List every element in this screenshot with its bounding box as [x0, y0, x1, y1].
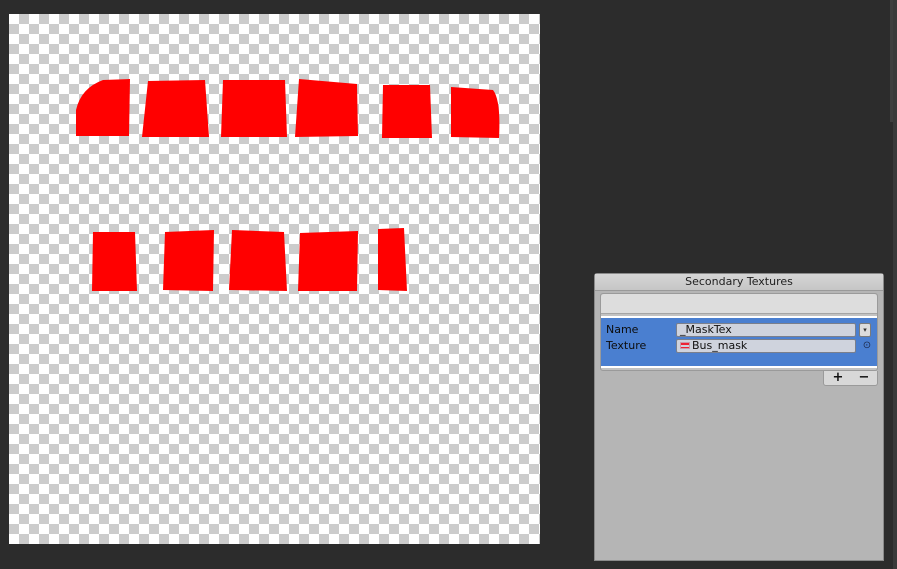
name-field[interactable]: _MaskTex	[676, 323, 856, 337]
remove-button[interactable]: −	[851, 371, 877, 385]
texture-value: Bus_mask	[692, 339, 748, 352]
mask-block	[298, 231, 358, 291]
texture-preview	[9, 14, 540, 544]
name-dropdown-button[interactable]: ▾	[859, 323, 871, 337]
chevron-down-icon: ▾	[863, 326, 867, 334]
mask-block	[142, 80, 209, 137]
name-row: Name _MaskTex ▾	[606, 322, 872, 338]
window-edge	[893, 0, 897, 569]
texture-row: Texture Bus_mask ⊙	[606, 338, 872, 354]
mask-block	[221, 80, 287, 137]
object-picker-icon[interactable]: ⊙	[862, 341, 872, 351]
list-item[interactable]: Name _MaskTex ▾ Texture Bus_mask ⊙	[601, 316, 877, 368]
texture-icon	[680, 342, 690, 349]
mask-shapes	[76, 79, 500, 291]
mask-block	[382, 85, 432, 138]
mask-block	[451, 87, 500, 138]
add-button[interactable]: +	[825, 371, 851, 385]
texture-field[interactable]: Bus_mask	[676, 339, 856, 353]
mask-block	[295, 79, 358, 137]
list-footer: + −	[823, 371, 878, 386]
mask-block	[92, 232, 137, 291]
name-label: Name	[606, 323, 639, 336]
mask-block	[163, 230, 214, 291]
texture-label: Texture	[606, 339, 647, 352]
editor-window: Secondary Textures Name _MaskTex ▾ Textu…	[0, 0, 897, 569]
mask-block	[76, 79, 130, 136]
mask-block	[229, 230, 287, 291]
texture-list: Name _MaskTex ▾ Texture Bus_mask ⊙	[600, 293, 878, 371]
panel-title: Secondary Textures	[595, 274, 883, 291]
list-header	[601, 294, 877, 314]
secondary-textures-panel: Secondary Textures Name _MaskTex ▾ Textu…	[594, 273, 884, 561]
mask-block	[378, 228, 407, 291]
